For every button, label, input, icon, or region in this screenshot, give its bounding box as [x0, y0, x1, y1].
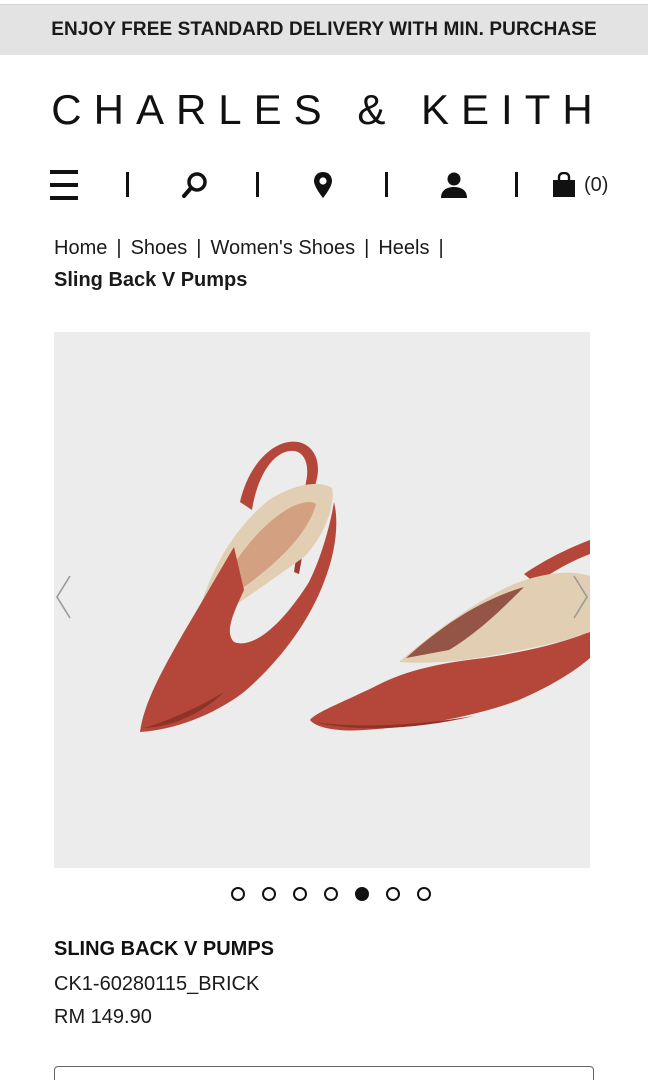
menu-icon[interactable]: [48, 170, 80, 200]
search-icon[interactable]: [178, 170, 212, 200]
nav-divider: [126, 172, 129, 197]
breadcrumb-womens-shoes[interactable]: Women's Shoes: [210, 237, 355, 259]
left-shoe-image: [140, 441, 337, 732]
shopping-bag-icon: [553, 172, 575, 197]
product-price: RM 149.90: [54, 1006, 152, 1028]
nav-bar: (0): [0, 160, 648, 210]
product-image-gallery[interactable]: [54, 332, 590, 868]
previous-image-button[interactable]: [54, 572, 78, 622]
cart-button[interactable]: (0): [550, 170, 620, 200]
promo-banner: ENJOY FREE STANDARD DELIVERY WITH MIN. P…: [0, 4, 648, 55]
breadcrumb: Home | Shoes | Women's Shoes | Heels | Sling Ba…: [54, 232, 614, 296]
carousel-dot[interactable]: [324, 887, 338, 901]
user-icon[interactable]: [438, 170, 470, 200]
nav-divider: [385, 172, 388, 197]
product-sku: CK1-60280115_BRICK: [54, 973, 260, 995]
breadcrumb-heels[interactable]: Heels: [378, 237, 429, 259]
promo-text: ENJOY FREE STANDARD DELIVERY WITH MIN. P…: [51, 19, 597, 40]
carousel-dot[interactable]: [417, 887, 431, 901]
brand-logo[interactable]: CHARLES & KEITH: [0, 86, 648, 134]
breadcrumb-current: Sling Back V Pumps: [54, 269, 248, 291]
product-image: [140, 441, 590, 732]
breadcrumb-home[interactable]: Home: [54, 237, 107, 259]
nav-divider: [515, 172, 518, 197]
chevron-left-icon: [56, 575, 71, 619]
right-shoe-image: [310, 540, 590, 731]
carousel-dot[interactable]: [355, 887, 369, 901]
cart-count: (0): [584, 173, 609, 196]
location-pin-icon[interactable]: [310, 170, 336, 200]
chevron-right-icon: [573, 575, 588, 619]
next-image-button[interactable]: [566, 572, 590, 622]
carousel-indicators: [0, 887, 648, 901]
carousel-dot[interactable]: [293, 887, 307, 901]
breadcrumb-shoes[interactable]: Shoes: [131, 237, 188, 259]
product-title: SLING BACK V PUMPS: [54, 938, 275, 960]
size-select[interactable]: [54, 1066, 594, 1080]
carousel-dot[interactable]: [386, 887, 400, 901]
nav-divider: [256, 172, 259, 197]
carousel-dot[interactable]: [231, 887, 245, 901]
carousel-dot[interactable]: [262, 887, 276, 901]
